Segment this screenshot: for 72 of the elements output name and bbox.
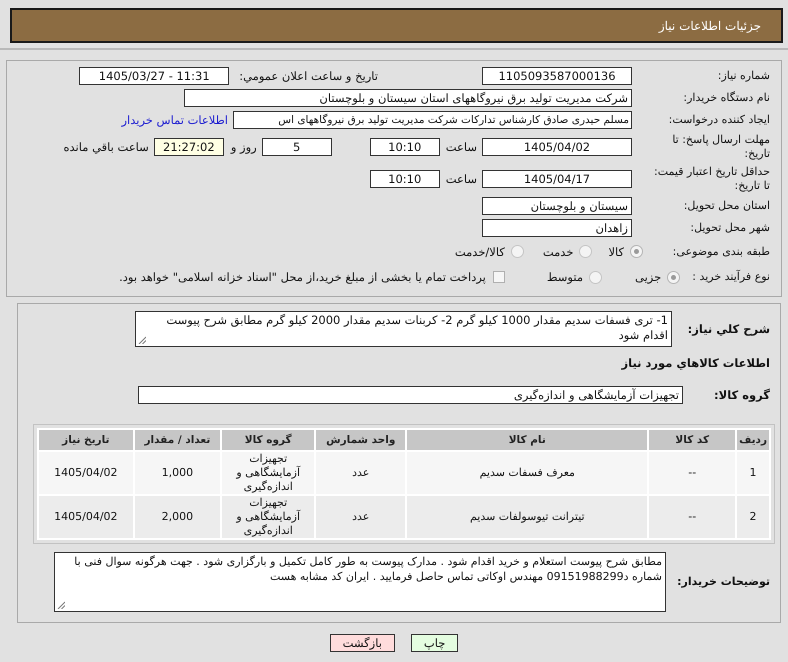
checkbox-label[interactable]: پرداخت تمام یا بخشی از مبلغ خرید،از محل "اسناد خزانه اسلامی" خواهد بود. bbox=[119, 270, 486, 284]
table-cell: عدد bbox=[315, 495, 406, 539]
resize-grip-icon[interactable] bbox=[57, 601, 65, 609]
checkbox[interactable] bbox=[492, 271, 505, 283]
radio-button[interactable] bbox=[589, 270, 602, 284]
remaining-time-field[interactable]: 21:27:02 bbox=[154, 138, 224, 156]
price-validity-label: حداقل تاریخ اعتبار قیمت: تا تاریخ: bbox=[653, 165, 770, 193]
deadline-date-field[interactable]: 1405/04/02 bbox=[482, 138, 632, 156]
radio-button[interactable] bbox=[579, 245, 592, 258]
delivery-city-field[interactable]: زاهدان bbox=[482, 219, 632, 237]
table-cell: -- bbox=[648, 451, 736, 495]
buyer-org-field[interactable]: شرکت مدیریت تولید برق نیروگاههای استان سیستان و بلوچستان bbox=[184, 89, 632, 107]
need-number-label: شماره نیاز: bbox=[716, 69, 770, 83]
option-label[interactable]: جزیی bbox=[635, 270, 662, 284]
delivery-city-label: شهر محل تحویل: bbox=[689, 221, 770, 235]
subject-category-label: طبقه بندی موضوعی: bbox=[672, 244, 770, 258]
option-label[interactable]: کالا bbox=[608, 244, 624, 258]
delivery-province-label: استان محل تحویل: bbox=[682, 199, 770, 213]
validity-time-field[interactable]: 10:10 bbox=[370, 170, 440, 188]
validity-date-field[interactable]: 1405/04/17 bbox=[482, 170, 632, 188]
buyer-org-label: نام دستگاه خریدار: bbox=[682, 91, 770, 105]
buyer-notes-textarea[interactable]: مطابق شرح پیوست استعلام و خرید اقدام شود . مدارک پیوست به طور کامل تکمیل و بارگزاری شود . جهت هرگونه سوال فنی با شماره د09151988299 مهندس اوکاتی تماس حاصل فرمایید . ایران کد مشابه هست bbox=[54, 552, 666, 612]
buyer-contact-link[interactable]: اطلاعات تماس خریدار bbox=[121, 113, 228, 127]
option-label[interactable]: خدمت bbox=[542, 244, 574, 258]
table-cell: 1405/04/02 bbox=[38, 451, 134, 495]
radio-button[interactable] bbox=[510, 245, 524, 258]
remaining-time-label: ساعت باقي مانده bbox=[64, 140, 149, 154]
table-header-cell: گروه کالا bbox=[221, 429, 316, 451]
days-left-field[interactable]: 5 bbox=[262, 138, 332, 156]
table-cell: معرف فسفات سدیم bbox=[406, 451, 648, 495]
table-cell: تجهیزات آزمایشگاهی و اندازه‌گیری bbox=[221, 451, 316, 495]
requester-label: ایجاد کننده درخواست: bbox=[668, 113, 770, 127]
goods-group-field[interactable]: تجهیزات آزمایشگاهی و اندازه‌گیری bbox=[138, 386, 683, 404]
table-header-cell: واحد شمارش bbox=[315, 429, 406, 451]
option-label[interactable]: متوسط bbox=[546, 270, 583, 284]
purchase-type-label: نوع فرآیند خرید : bbox=[692, 270, 770, 284]
table-cell: 2,000 bbox=[134, 495, 222, 539]
table-header-cell: ردیف bbox=[736, 429, 770, 451]
table-cell: 1405/04/02 bbox=[38, 495, 134, 539]
summary-textarea[interactable]: 1- تری فسفات سدیم مقدار 1000 کیلو گرم 2- کربنات سدیم مقدار 2000 کیلو گرم مطابق شرح پیوست اقدام شود bbox=[135, 311, 672, 347]
table-cell: 1,000 bbox=[134, 451, 222, 495]
radio-button[interactable] bbox=[630, 245, 643, 258]
time-label: ساعت bbox=[446, 172, 477, 186]
resize-grip-icon[interactable] bbox=[138, 336, 146, 344]
need-number-field[interactable]: 1105093587000136 bbox=[482, 67, 632, 85]
page-title: جزئیات اطلاعات نیاز bbox=[658, 18, 761, 32]
option-label[interactable]: کالا/خدمت bbox=[454, 244, 505, 258]
back-button[interactable]: بازگشت bbox=[330, 634, 395, 652]
table-header-cell: نام کالا bbox=[406, 429, 648, 451]
table-header-cell: کد کالا bbox=[648, 429, 736, 451]
announcement-label: تاریخ و ساعت اعلان عمومي: bbox=[239, 69, 378, 83]
delivery-province-field[interactable]: سیستان و بلوچستان bbox=[482, 197, 632, 215]
requester-field[interactable]: مسلم حیدری صادق کارشناس تدارکات شرکت مدیریت تولید برق نیروگاههای اس bbox=[233, 111, 632, 129]
table-cell: تجهیزات آزمایشگاهی و اندازه‌گیری bbox=[221, 495, 316, 539]
table-cell: تیترانت تیوسولفات سدیم bbox=[406, 495, 648, 539]
response-deadline-label: مهلت ارسال پاسخ: تا تاریخ: bbox=[671, 133, 770, 161]
buyer-notes-label: توضیحات خریدار: bbox=[676, 575, 770, 589]
table-cell: 1 bbox=[736, 451, 770, 495]
summary-label: شرح کلي نیاز: bbox=[686, 322, 770, 336]
time-label: ساعت bbox=[446, 140, 477, 154]
table-cell: عدد bbox=[315, 451, 406, 495]
deadline-time-field[interactable]: 10:10 bbox=[370, 138, 440, 156]
days-label: روز و bbox=[230, 140, 257, 154]
goods-group-label: گروه کالا: bbox=[713, 388, 770, 402]
table-header-cell: تعداد / مقدار bbox=[134, 429, 222, 451]
table-cell: -- bbox=[648, 495, 736, 539]
print-button[interactable]: چاپ bbox=[410, 634, 458, 652]
radio-button[interactable] bbox=[667, 270, 680, 284]
announcement-date-field[interactable]: 1405/03/27 - 11:31 bbox=[79, 67, 230, 85]
section-heading: اطلاعات کالاهاي مورد نیاز bbox=[620, 355, 770, 371]
table-cell: 2 bbox=[736, 495, 770, 539]
table-header-cell: تاریخ نیاز bbox=[38, 429, 134, 451]
